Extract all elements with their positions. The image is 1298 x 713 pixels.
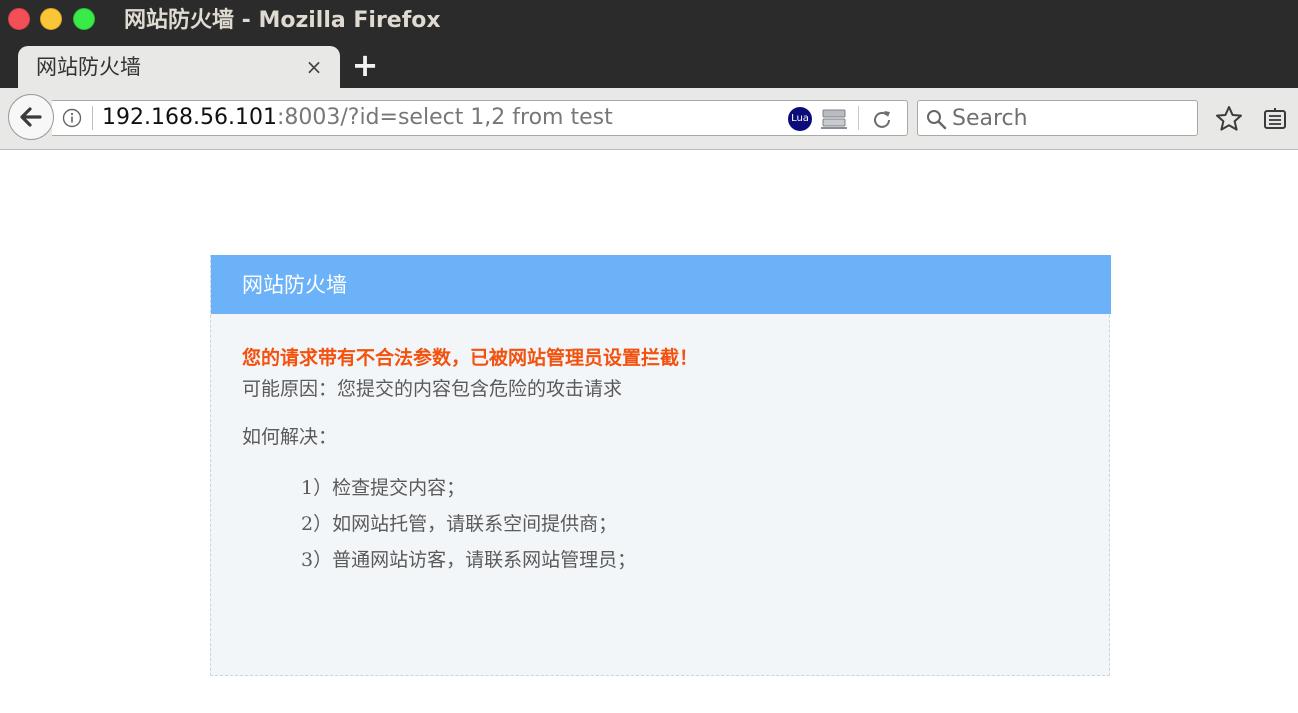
window-close-button[interactable]	[8, 8, 30, 30]
new-tab-button[interactable]: +	[350, 48, 380, 82]
tab-close-icon[interactable]: ×	[304, 54, 324, 80]
step-item: 3）普通网站访客，请联系网站管理员；	[301, 549, 637, 571]
panel-header: 网站防火墙	[211, 255, 1111, 314]
lua-icon[interactable]: Lua	[788, 107, 812, 131]
tab-strip: 网站防火墙 × +	[0, 42, 1298, 88]
info-icon[interactable]	[62, 108, 82, 128]
panel-title: 网站防火墙	[242, 273, 347, 297]
url-path: :8003/?id=select 1,2 from test	[276, 105, 613, 130]
reload-icon[interactable]	[870, 107, 894, 131]
reader-mode-icon[interactable]	[1262, 106, 1288, 132]
nav-toolbar: 192.168.56.101:8003/?id=select 1,2 from …	[0, 88, 1298, 150]
window-minimize-button[interactable]	[40, 8, 62, 30]
window-titlebar: 网站防火墙 - Mozilla Firefox	[0, 0, 1298, 42]
url-text[interactable]: 192.168.56.101:8003/?id=select 1,2 from …	[102, 103, 613, 133]
firewall-panel: 网站防火墙 您的请求带有不合法参数，已被网站管理员设置拦截！ 可能原因：您提交的…	[210, 255, 1111, 676]
search-input[interactable]	[952, 103, 1192, 133]
howto-heading: 如何解决：	[242, 426, 338, 448]
back-button[interactable]	[8, 94, 54, 140]
url-separator	[92, 106, 93, 130]
url-host: 192.168.56.101	[102, 105, 277, 130]
tab-label: 网站防火墙	[36, 55, 141, 79]
search-bar[interactable]	[917, 100, 1198, 136]
url-separator-2	[858, 106, 859, 130]
step-item: 1）检查提交内容；	[301, 477, 466, 499]
star-icon[interactable]	[1214, 104, 1244, 134]
window-maximize-button[interactable]	[73, 8, 95, 30]
step-item: 2）如网站托管，请联系空间提供商；	[301, 513, 618, 535]
back-arrow-icon	[20, 107, 42, 127]
search-icon	[927, 110, 947, 130]
server-icon[interactable]	[820, 107, 848, 131]
window-title: 网站防火墙 - Mozilla Firefox	[124, 8, 441, 33]
tab-active[interactable]: 网站防火墙 ×	[18, 46, 340, 88]
reason-text: 可能原因：您提交的内容包含危险的攻击请求	[242, 378, 623, 400]
warning-message: 您的请求带有不合法参数，已被网站管理员设置拦截！	[242, 347, 699, 369]
url-bar[interactable]: 192.168.56.101:8003/?id=select 1,2 from …	[52, 100, 908, 136]
